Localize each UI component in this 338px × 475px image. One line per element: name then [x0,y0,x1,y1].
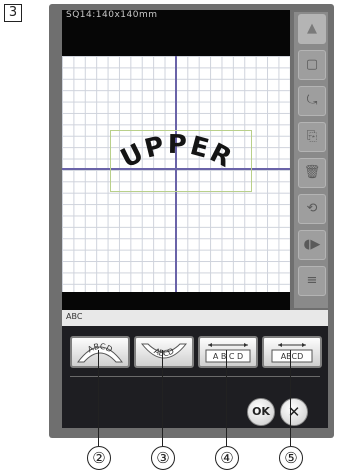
callout-line-5 [290,350,291,446]
step-number: 3 [4,4,22,22]
callout-2: ② [87,446,111,470]
spacing-wide-icon: A B C D [205,343,251,363]
menu-icon: ≡ [306,273,318,288]
side-toolbar: ▲ ▢ ⤿ ⎘ 🗑 ⟲ ◖▶ ≡ [294,12,328,308]
ok-button[interactable]: OK [247,398,275,426]
pattern-text: UPPER [116,130,236,175]
dialog-divider [70,376,320,377]
cancel-button[interactable]: ✕ [280,398,308,426]
style-button-row: ABCD ABCD A B C D [70,336,322,370]
callout-line-3 [162,350,163,446]
curved-pattern-text[interactable]: UPPER [92,126,262,196]
arc-down-button[interactable]: ABCD [134,336,194,368]
arc-up-icon: ABCD [77,342,123,363]
arc-up-button[interactable]: ABCD [70,336,130,368]
spacing-narrow-icon: ABCD [271,343,313,363]
callout-4: ④ [215,446,239,470]
status-bar: SQ14:140x140mm [62,10,290,56]
copy-button[interactable]: ⎘ [298,122,326,152]
rotate-icon: ⤿ [306,93,318,108]
callout-3: ③ [151,446,175,470]
frame-button[interactable]: ▢ [298,50,326,80]
spacing-narrow-button[interactable]: ABCD [262,336,322,368]
hoop-label: SQ14:140x140mm [66,10,158,20]
mirror-button[interactable]: ◖▶ [298,230,326,260]
callout-line-4 [226,350,227,446]
rotate-button[interactable]: ⤿ [298,86,326,116]
svg-text:UPPER: UPPER [116,130,238,175]
delete-button[interactable]: 🗑 [298,158,326,188]
callout-5: ⑤ [279,446,303,470]
up-arrow-icon: ▲ [307,21,317,36]
copy-icon: ⎘ [306,129,318,144]
embroidery-screen: SQ14:140x140mm UPPER [62,10,290,314]
hoop-grid[interactable]: UPPER [62,56,290,292]
dialog-title-bar: ABC [62,310,328,326]
arc-down-icon: ABCD [140,343,188,359]
scroll-up-button[interactable]: ▲ [298,14,326,44]
svg-text:A B C D: A B C D [213,352,243,361]
spacing-wide-button[interactable]: A B C D [198,336,258,368]
callout-line-2 [98,350,99,446]
mirror-icon: ◖▶ [303,237,321,252]
menu-button[interactable]: ≡ [298,266,326,296]
trash-icon: 🗑 [303,165,321,180]
reset-button[interactable]: ⟲ [298,194,326,224]
svg-text:ABCD: ABCD [281,352,304,361]
abc-icon: ABC [66,312,83,321]
frame-icon: ▢ [305,57,319,72]
reset-icon: ⟲ [306,201,318,216]
